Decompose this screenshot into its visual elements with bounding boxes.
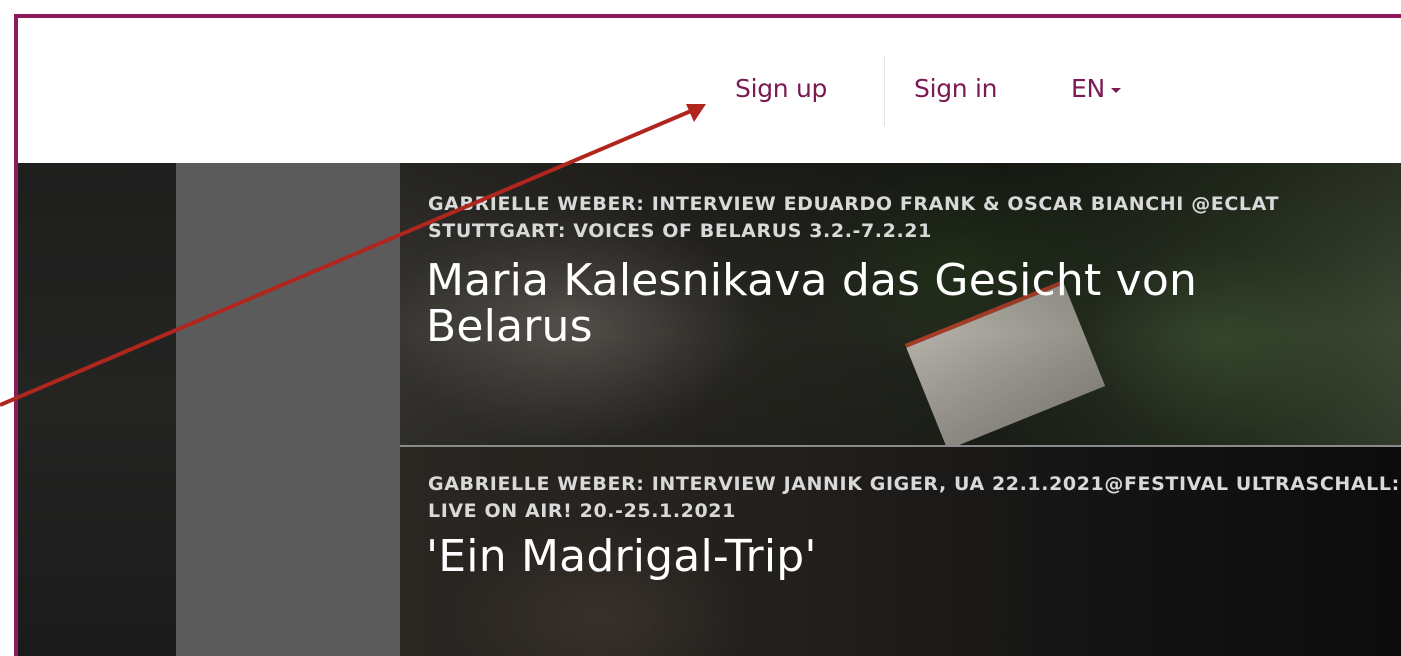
sign-in-link[interactable]: Sign in (914, 74, 997, 103)
article-title[interactable]: Maria Kalesnikava das Gesicht von Belaru… (426, 258, 1376, 350)
language-selector[interactable]: EN (1071, 74, 1121, 103)
article-card[interactable]: GABRIELLE WEBER: INTERVIEW EDUARDO FRANK… (400, 163, 1401, 445)
nav-divider (884, 56, 885, 126)
caret-down-icon (1110, 88, 1121, 93)
sign-up-link[interactable]: Sign up (735, 74, 827, 103)
article-kicker: GABRIELLE WEBER: INTERVIEW EDUARDO FRANK… (428, 193, 1280, 242)
hero-section: GABRIELLE WEBER: INTERVIEW EDUARDO FRANK… (18, 163, 1401, 656)
article-card[interactable]: GABRIELLE WEBER: INTERVIEW JANNIK GIGER,… (400, 447, 1401, 656)
browser-frame: Sign up Sign in EN GABRIELLE WEBER: INTE… (14, 14, 1401, 656)
article-title[interactable]: 'Ein Madrigal-Trip' (426, 534, 1376, 580)
background-image-left (18, 163, 176, 656)
article-kicker: GABRIELLE WEBER: INTERVIEW JANNIK GIGER,… (428, 473, 1400, 522)
language-label: EN (1071, 74, 1105, 103)
gray-panel (176, 163, 400, 656)
site-header: Sign up Sign in EN (18, 18, 1401, 163)
